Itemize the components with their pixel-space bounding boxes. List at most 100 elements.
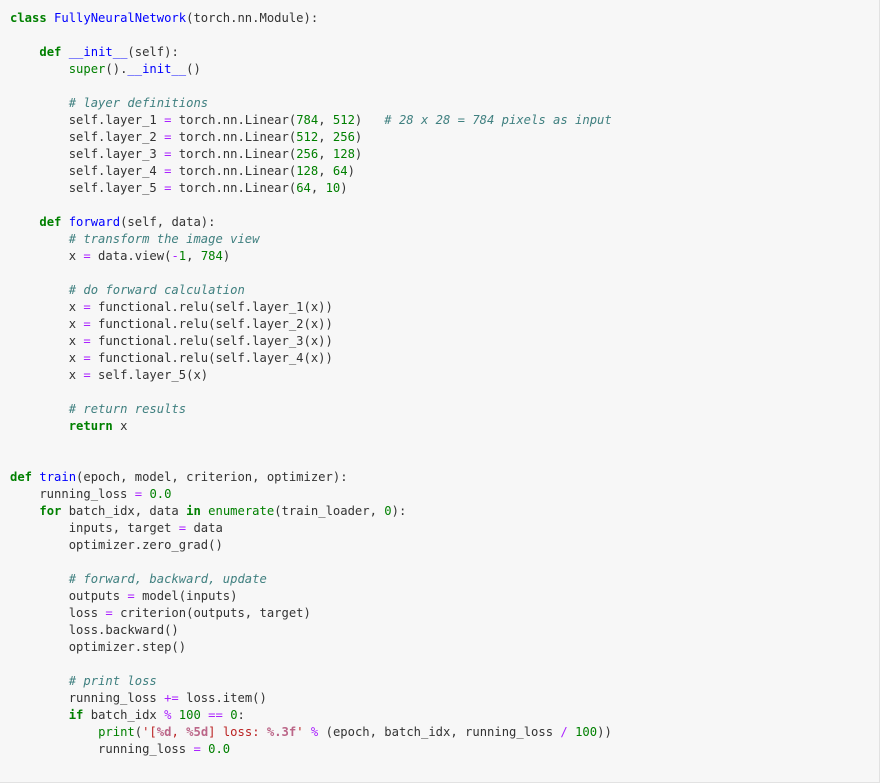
code-token-number: 0.0 bbox=[208, 742, 231, 756]
code-line: return x bbox=[10, 418, 612, 435]
code-token-text: x bbox=[10, 334, 84, 348]
code-token-text: x bbox=[10, 317, 84, 331]
code-token-text: outputs bbox=[10, 589, 128, 603]
code-cell[interactable]: class FullyNeuralNetwork(torch.nn.Module… bbox=[0, 0, 880, 783]
code-line: self.layer_3 = torch.nn.Linear(256, 128) bbox=[10, 146, 612, 163]
code-token-text: , bbox=[310, 181, 326, 195]
code-token-text: self.layer_5 bbox=[10, 181, 165, 195]
code-token-number: 128 bbox=[332, 147, 355, 161]
code-token-text: self.layer_3 bbox=[10, 147, 165, 161]
code-token-text: inputs, target bbox=[10, 521, 179, 535]
code-token-operator: = bbox=[193, 742, 201, 756]
code-token-text: (epoch, model, criterion, optimizer): bbox=[76, 470, 348, 484]
code-token-text: criterion(outputs, target) bbox=[112, 606, 311, 620]
code-token-text: batch_idx bbox=[83, 708, 165, 722]
code-token-text: functional.relu(self.layer_4(x)) bbox=[90, 351, 333, 365]
code-line: x = functional.relu(self.layer_3(x)) bbox=[10, 333, 612, 350]
code-token-comment: # transform the image view bbox=[68, 232, 260, 246]
code-token-string-format: %d bbox=[156, 725, 172, 739]
code-token-text: model(inputs) bbox=[134, 589, 238, 603]
code-token-text: running_loss bbox=[10, 691, 165, 705]
code-token-number: 512 bbox=[296, 130, 319, 144]
code-token-text: x bbox=[112, 419, 128, 433]
code-token-text: (self, data): bbox=[120, 215, 216, 229]
code-token-text: running_loss bbox=[10, 487, 135, 501]
code-token-text: ) bbox=[347, 164, 355, 178]
code-token-text: , bbox=[186, 249, 201, 263]
code-token-number: 128 bbox=[296, 164, 319, 178]
code-token-text: loss.backward() bbox=[10, 623, 179, 637]
code-line: x = functional.relu(self.layer_2(x)) bbox=[10, 316, 612, 333]
code-token-comment: # do forward calculation bbox=[68, 283, 245, 297]
code-line: def __init__(self): bbox=[10, 44, 612, 61]
code-token-number: 0 bbox=[384, 504, 392, 518]
code-line: # print loss bbox=[10, 673, 612, 690]
code-token-text: , bbox=[318, 164, 333, 178]
code-token-number: 10 bbox=[325, 181, 341, 195]
code-token-text: functional.relu(self.layer_2(x)) bbox=[90, 317, 333, 331]
code-token-text: : bbox=[237, 708, 245, 722]
code-line: super().__init__() bbox=[10, 61, 612, 78]
code-token-number: 512 bbox=[332, 113, 355, 127]
code-line: def forward(self, data): bbox=[10, 214, 612, 231]
code-token-text: (train_loader, bbox=[274, 504, 385, 518]
code-token-operator: += bbox=[164, 691, 179, 705]
code-token-operator: = bbox=[83, 317, 91, 331]
code-token-string-format: %5d bbox=[186, 725, 209, 739]
code-token-text: torch.nn.Linear( bbox=[171, 181, 297, 195]
code-token-builtin: enumerate bbox=[208, 504, 275, 518]
code-token-keyword: return bbox=[68, 419, 113, 433]
code-token-builtin: super bbox=[68, 62, 106, 76]
code-line: x = functional.relu(self.layer_1(x)) bbox=[10, 299, 612, 316]
code-line: class FullyNeuralNetwork(torch.nn.Module… bbox=[10, 10, 612, 27]
code-token-text: optimizer.zero_grad() bbox=[10, 538, 223, 552]
code-token-number: 64 bbox=[332, 164, 348, 178]
code-token-function-name: FullyNeuralNetwork bbox=[54, 11, 187, 25]
code-token-text: torch.nn.Linear( bbox=[171, 164, 297, 178]
code-line: running_loss = 0.0 bbox=[10, 486, 612, 503]
code-token-text: ): bbox=[391, 504, 407, 518]
code-token-text: running_loss bbox=[10, 742, 194, 756]
code-line: optimizer.zero_grad() bbox=[10, 537, 612, 554]
code-line: # do forward calculation bbox=[10, 282, 612, 299]
code-line: loss.backward() bbox=[10, 622, 612, 639]
code-token-number: 0.0 bbox=[149, 487, 172, 501]
code-token-text: data.view( bbox=[90, 249, 172, 263]
code-token-number: 784 bbox=[296, 113, 319, 127]
code-token-keyword: def bbox=[39, 215, 62, 229]
code-line: x = functional.relu(self.layer_4(x)) bbox=[10, 350, 612, 367]
code-token-text: self.layer_1 bbox=[10, 113, 165, 127]
code-token-number: 100 bbox=[575, 725, 598, 739]
code-line: loss = criterion(outputs, target) bbox=[10, 605, 612, 622]
code-editor[interactable]: class FullyNeuralNetwork(torch.nn.Module… bbox=[10, 10, 612, 758]
code-token-text: (epoch, batch_idx, running_loss bbox=[318, 725, 561, 739]
code-token-operator: = bbox=[83, 300, 91, 314]
code-token-keyword: def bbox=[10, 470, 33, 484]
code-token-text: torch.nn.Linear( bbox=[171, 130, 297, 144]
code-line: self.layer_2 = torch.nn.Linear(512, 256) bbox=[10, 129, 612, 146]
code-token-text: (torch.nn.Module): bbox=[186, 11, 319, 25]
code-line: optimizer.step() bbox=[10, 639, 612, 656]
code-token-text: functional.relu(self.layer_3(x)) bbox=[90, 334, 333, 348]
code-token-number: 256 bbox=[296, 147, 319, 161]
code-token-string: '[ bbox=[142, 725, 157, 739]
code-token-string-format: %.3f bbox=[266, 725, 297, 739]
code-token-text: x bbox=[10, 351, 84, 365]
code-line: # forward, backward, update bbox=[10, 571, 612, 588]
code-token-text: self.layer_4 bbox=[10, 164, 165, 178]
code-token-operator: = bbox=[178, 521, 187, 535]
